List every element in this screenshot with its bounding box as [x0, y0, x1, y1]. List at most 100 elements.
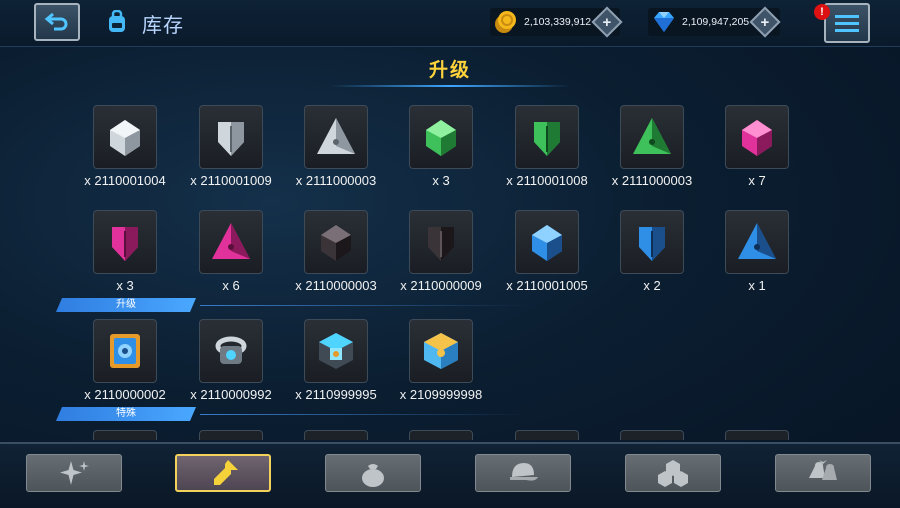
- section-title: 升级: [428, 60, 471, 81]
- silver-gem-shield-icon: [218, 122, 244, 156]
- hamburger-icon: [835, 15, 859, 32]
- gem-currency: 2,109,947,205 +: [648, 6, 781, 38]
- back-arrow-icon: [44, 12, 68, 31]
- item-slot-partial: [304, 430, 368, 440]
- category-line: [200, 304, 530, 306]
- item-slot-partial: [93, 430, 157, 440]
- inventory-item[interactable]: x 2110999995: [281, 319, 391, 402]
- inventory-item[interactable]: x 2110000002: [70, 319, 180, 402]
- item-slot: [304, 319, 368, 383]
- item-quantity: x 2110001005: [506, 278, 588, 293]
- bells-icon: [809, 460, 837, 480]
- cubes-icon: [658, 460, 688, 487]
- pink-gem-triangle-icon: [212, 223, 250, 259]
- inventory-item[interactable]: x 1: [702, 210, 812, 293]
- item-slot: [409, 319, 473, 383]
- sparkle-icon: [60, 461, 89, 485]
- item-slot: [93, 105, 157, 169]
- item-slot-partial: [199, 430, 263, 440]
- item-quantity: x 6: [222, 278, 240, 293]
- blue-scroll-box-icon: [110, 334, 140, 368]
- category-divider-upgrade: 升级: [56, 298, 530, 312]
- item-quantity: x 2111000003: [295, 173, 377, 188]
- add-gem-button[interactable]: +: [749, 6, 781, 38]
- inventory-item[interactable]: x 2110000003: [281, 210, 391, 293]
- item-quantity: x 2110000992: [190, 387, 272, 402]
- alert-badge: !: [814, 4, 830, 20]
- inventory-item[interactable]: x 7: [702, 105, 812, 188]
- item-quantity: x 2110000002: [84, 387, 166, 402]
- item-slot: [725, 210, 789, 274]
- gold-coin-icon: [495, 11, 516, 33]
- cap-icon: [510, 463, 538, 481]
- inventory-item[interactable]: x 2111000003: [281, 105, 391, 188]
- menu-button[interactable]: [824, 3, 870, 43]
- bag-icon: [362, 464, 384, 487]
- item-slot: [199, 105, 263, 169]
- item-slot: [93, 210, 157, 274]
- inventory-item[interactable]: x 2110001004: [70, 105, 180, 188]
- item-quantity: x 2110999995: [295, 387, 377, 402]
- inventory-item[interactable]: x 2110000992: [176, 319, 286, 402]
- item-slot: [93, 319, 157, 383]
- inventory-item[interactable]: x 6: [176, 210, 286, 293]
- item-quantity: x 2110001009: [190, 173, 272, 188]
- item-quantity: x 2111000003: [611, 173, 693, 188]
- blue-gem-triangle-icon: [738, 223, 776, 259]
- blue-gem-cube-icon: [532, 225, 562, 261]
- item-slot-partial: [725, 430, 789, 440]
- page-title: 库存: [142, 15, 184, 37]
- black-gem-cube-icon: [321, 225, 351, 261]
- item-slot: [304, 105, 368, 169]
- item-slot: [304, 210, 368, 274]
- bottom-tab-bar: [0, 442, 900, 508]
- blue-gem-shield-icon: [639, 227, 665, 261]
- tab-cubes[interactable]: [625, 454, 721, 492]
- top-bar: 库存 2,103,339,912 + 2,109,947,205 + !: [0, 0, 900, 47]
- inventory-item[interactable]: x 2110000009: [386, 210, 496, 293]
- item-quantity: x 2110001004: [84, 173, 166, 188]
- category-label: 特殊: [56, 407, 196, 421]
- item-quantity: x 2110000003: [295, 278, 377, 293]
- tab-sparkle[interactable]: [26, 454, 122, 492]
- item-quantity: x 3: [116, 278, 134, 293]
- silver-gem-triangle-icon: [317, 118, 355, 154]
- inventory-item[interactable]: x 3: [70, 210, 180, 293]
- category-label: 升级: [56, 298, 196, 312]
- item-slot-partial: [620, 430, 684, 440]
- green-gem-cube-icon: [426, 120, 456, 156]
- category-divider-special: 特殊: [56, 407, 530, 421]
- section-underline: [330, 85, 570, 87]
- black-gem-shield-icon: [428, 227, 454, 261]
- item-slot: [199, 210, 263, 274]
- backpack-icon: [109, 10, 125, 32]
- inventory-item[interactable]: x 3: [386, 105, 496, 188]
- inventory-item[interactable]: x 2110001008: [492, 105, 602, 188]
- inventory-item[interactable]: x 2111000003: [597, 105, 707, 188]
- ring-core-icon: [215, 336, 247, 364]
- item-quantity: x 7: [748, 173, 766, 188]
- back-button[interactable]: [34, 3, 80, 41]
- item-slot: [620, 105, 684, 169]
- inventory-item[interactable]: x 2110001009: [176, 105, 286, 188]
- tab-upgrade[interactable]: [175, 454, 271, 492]
- add-gold-button[interactable]: +: [591, 6, 623, 38]
- arrow-up-icon: [214, 460, 238, 485]
- item-slot: [515, 210, 579, 274]
- section-header: 升级: [330, 55, 570, 87]
- tab-bells[interactable]: [775, 454, 871, 492]
- item-slot-partial: [409, 430, 473, 440]
- item-slot: [515, 105, 579, 169]
- diamond-icon: [654, 12, 674, 32]
- tab-bag[interactable]: [325, 454, 421, 492]
- item-slot: [620, 210, 684, 274]
- inventory-item[interactable]: x 2110001005: [492, 210, 602, 293]
- silver-gem-cube-icon: [110, 120, 140, 156]
- tab-cap[interactable]: [475, 454, 571, 492]
- inventory-item[interactable]: x 2: [597, 210, 707, 293]
- item-quantity: x 2110000009: [400, 278, 482, 293]
- inventory-item[interactable]: x 2109999998: [386, 319, 496, 402]
- tech-cube-blue-icon: [319, 333, 353, 369]
- item-quantity: x 2: [643, 278, 661, 293]
- green-gem-triangle-icon: [633, 118, 671, 154]
